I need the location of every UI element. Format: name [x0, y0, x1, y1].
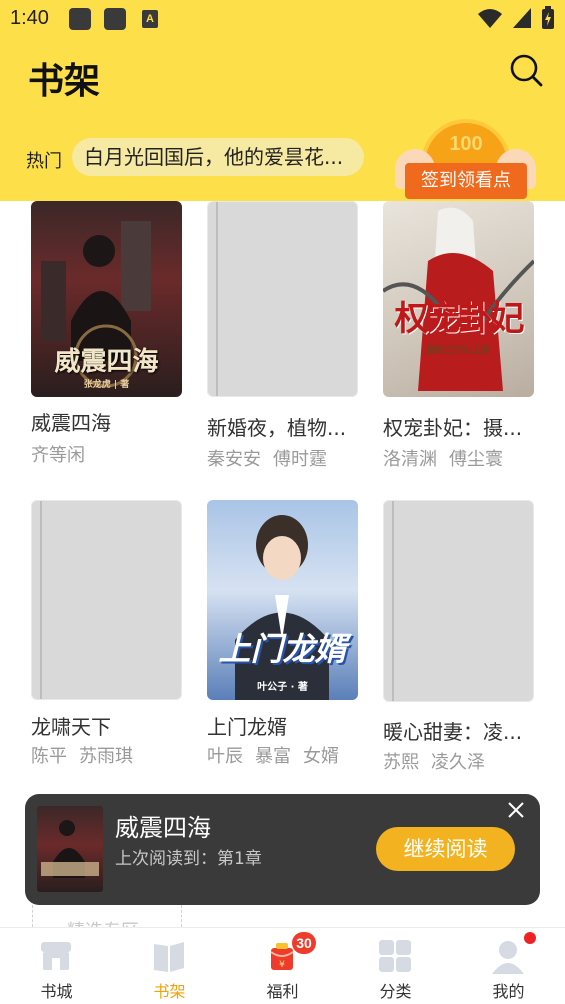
book-cover[interactable]: 权宠卦妃 摄政王的心上娇 [383, 201, 534, 397]
book-tags: 陈平 苏雨琪 [31, 742, 191, 768]
book-item[interactable]: 权宠卦妃 摄政王的心上娇 权宠卦妃：摄... 洛清渊 傅尘寰 [383, 201, 534, 481]
book-cover[interactable]: 上门龙婿 叶公子 · 著 [207, 500, 358, 700]
continue-reading-button[interactable]: 继续阅读 [376, 827, 515, 871]
book-tags: 洛清渊 傅尘寰 [383, 445, 543, 471]
nav-item-category[interactable]: 分类 [339, 928, 452, 1004]
signin-reward-button[interactable]: 100 签到领看点 [393, 119, 538, 201]
nav-item-profile[interactable]: 我的 [452, 928, 565, 1004]
battery-icon [542, 6, 554, 29]
notification-dot [524, 932, 536, 944]
search-icon[interactable] [508, 52, 544, 88]
book-cover-placeholder[interactable] [383, 500, 534, 702]
book-cover-placeholder[interactable] [31, 500, 182, 700]
book-tag: 齐等闲 [31, 445, 85, 466]
book-tag: 苏熙 [383, 752, 419, 773]
cover-author: 张龙虎 | 著 [83, 380, 130, 390]
book-tag: 女婿 [303, 746, 339, 767]
cover-title: 威震四海 [54, 347, 159, 377]
notification-icon [104, 8, 126, 30]
status-bar: 1:40 A [0, 0, 565, 38]
nav-label-profile: 我的 [492, 982, 525, 1001]
reading-progress: 上次阅读到：第1章 [115, 849, 262, 869]
book-title: 暖心甜妻：凌... [383, 720, 523, 744]
book-title: 龙啸天下 [31, 715, 111, 739]
close-icon[interactable] [505, 799, 527, 821]
book-tag: 傅时霆 [273, 449, 327, 470]
book-title: 权宠卦妃：摄... [383, 416, 523, 440]
book-item[interactable]: 威震四海 张龙虎 | 著 威震四海 齐等闲 [31, 201, 182, 481]
book-tags: 秦安安 傅时霆 [207, 445, 367, 471]
signin-label: 签到领看点 [405, 163, 527, 199]
nav-label-category: 分类 [379, 982, 412, 1001]
notification-icon [69, 8, 91, 30]
nav-label-store: 书城 [40, 982, 73, 1001]
wifi-icon [478, 9, 502, 28]
book-tag: 洛清渊 [383, 449, 437, 470]
book-cover[interactable]: 威震四海 张龙虎 | 著 [31, 201, 182, 397]
book-tag: 叶辰 [207, 746, 243, 767]
signal-icon [513, 8, 531, 28]
profile-icon [492, 941, 524, 974]
cover-title: 上门龙婿 [218, 630, 347, 668]
nav-item-bookshelf[interactable]: 书架 [113, 928, 226, 1004]
nav-label-welfare: 福利 [266, 982, 299, 1001]
continue-book-cover[interactable] [37, 806, 103, 892]
bookshelf-icon [154, 942, 184, 972]
book-tag: 陈平 [31, 746, 67, 767]
book-tag: 凌久泽 [431, 752, 485, 773]
bottom-nav: 书城 书架 ¥ 30 福利 分类 我的 [0, 927, 565, 1004]
nav-item-store[interactable]: 书城 [0, 928, 113, 1004]
book-tags: 叶辰 暴富 女婿 [207, 742, 367, 768]
status-time: 1:40 [10, 7, 49, 29]
book-tag: 傅尘寰 [449, 449, 503, 470]
book-item[interactable]: 龙啸天下 陈平 苏雨琪 [31, 500, 182, 780]
hot-label: 热门 [26, 151, 62, 172]
book-title: 上门龙婿 [207, 715, 287, 739]
book-tags: 苏熙 凌久泽 [383, 748, 543, 774]
book-title: 威震四海 [31, 411, 111, 435]
book-tag: 苏雨琪 [79, 746, 133, 767]
nav-label-bookshelf: 书架 [153, 982, 186, 1001]
book-tag: 暴富 [255, 746, 291, 767]
welfare-badge: 30 [292, 932, 316, 954]
hot-search-suggestion[interactable]: 白月光回国后，他的爱昙花... [72, 138, 364, 176]
store-icon [41, 942, 71, 970]
book-title: 新婚夜，植物... [207, 416, 347, 440]
svg-text:¥: ¥ [279, 960, 285, 970]
recommend-section-hint[interactable]: 精选专区 [32, 905, 182, 927]
book-tags: 齐等闲 [31, 441, 191, 467]
book-tag: 秦安安 [207, 449, 261, 470]
book-item[interactable]: 新婚夜，植物... 秦安安 傅时霆 [207, 201, 358, 481]
nav-item-welfare[interactable]: ¥ 30 福利 [226, 928, 339, 1004]
book-item[interactable]: 上门龙婿 叶公子 · 著 上门龙婿 叶辰 暴富 女婿 [207, 500, 358, 780]
status-icons [477, 6, 555, 30]
cover-title: 权宠卦妃 [394, 299, 525, 339]
cover-author: 叶公子 · 著 [257, 682, 308, 693]
page-title: 书架 [28, 61, 101, 102]
cover-subtitle: 摄政王的心上娇 [426, 346, 490, 356]
category-grid-icon [379, 940, 411, 972]
book-cover-placeholder[interactable] [207, 201, 358, 397]
book-item[interactable]: 暖心甜妻：凌... 苏熙 凌久泽 [383, 500, 534, 780]
continue-reading-banner[interactable]: 威震四海 上次阅读到：第1章 继续阅读 [25, 794, 540, 905]
notification-a-icon: A [142, 10, 158, 28]
continue-book-title: 威震四海 [115, 814, 211, 842]
